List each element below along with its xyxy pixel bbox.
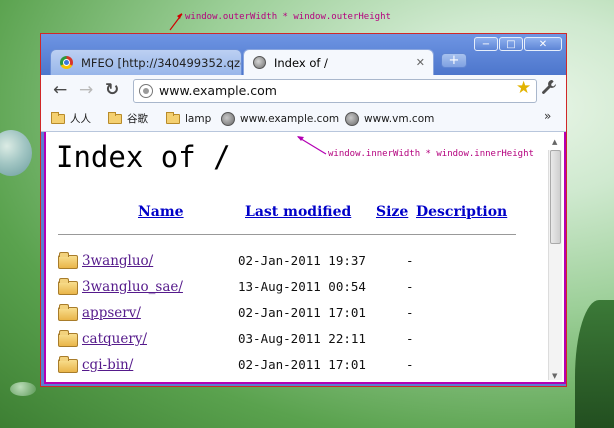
bookmark-label: 谷歌 (127, 113, 148, 125)
bookmark-folder-google[interactable]: 谷歌 (108, 111, 148, 127)
wrench-menu-icon[interactable] (541, 79, 557, 99)
bookmark-label: 人人 (70, 113, 91, 125)
title-bar[interactable]: − □ ✕ MFEO [http://340499352.qzo Index o… (41, 34, 566, 75)
close-tab-icon[interactable]: ✕ (416, 50, 425, 75)
folder-icon (58, 330, 78, 347)
folder-icon (58, 356, 78, 373)
header-divider (58, 234, 516, 235)
water-drop-decoration (10, 382, 36, 396)
chrome-icon (60, 56, 73, 69)
tab-label: MFEO [http://340499352.qzo (81, 56, 242, 70)
tab-index-of[interactable]: Index of / ✕ (243, 49, 434, 75)
bookmark-example[interactable]: www.example.com (221, 111, 339, 127)
directory-link[interactable]: catquery/ (82, 331, 147, 347)
bookmark-label: lamp (185, 113, 212, 125)
inner-size-annotation: window.innerWidth * window.innerHeight (328, 149, 534, 159)
directory-link[interactable]: 3wangluo_sae/ (82, 279, 183, 295)
bookmark-star-icon[interactable]: ★ (516, 78, 531, 98)
table-row: appserv/ 02-Jan-2011 17:01 - (58, 304, 518, 324)
size-value: - (406, 331, 414, 346)
reload-button[interactable]: ↻ (105, 81, 119, 99)
inner-annotation-arrow (297, 136, 327, 155)
modified-date: 02-Jan-2011 17:01 (238, 305, 366, 320)
folder-icon (166, 112, 180, 124)
directory-link[interactable]: appserv/ (82, 305, 141, 321)
globe-icon (345, 112, 359, 126)
scroll-up-arrow-icon[interactable]: ▲ (552, 138, 557, 146)
folder-icon (58, 278, 78, 295)
table-row: catquery/ 03-Aug-2011 22:11 - (58, 330, 518, 350)
address-text: www.example.com (159, 83, 277, 98)
water-drop-decoration (0, 130, 32, 176)
bookmark-folder-renren[interactable]: 人人 (51, 111, 91, 127)
size-value: - (406, 305, 414, 320)
modified-date: 03-Aug-2011 22:11 (238, 331, 366, 346)
plant-decoration (575, 300, 614, 428)
browser-window[interactable]: − □ ✕ MFEO [http://340499352.qzo Index o… (40, 33, 567, 387)
folder-icon (58, 304, 78, 321)
bookmarks-overflow-chevron[interactable]: » (544, 109, 551, 123)
tab-mfeo[interactable]: MFEO [http://340499352.qzo (50, 49, 242, 75)
outer-annotation-arrow (169, 13, 183, 31)
minimize-button[interactable]: − (474, 37, 498, 51)
page-info-icon[interactable] (139, 84, 153, 98)
bookmark-label: www.example.com (240, 113, 340, 125)
forward-button[interactable]: → (79, 81, 93, 99)
column-header-size[interactable]: Size (376, 204, 408, 220)
back-button[interactable]: ← (53, 81, 67, 99)
column-header-description[interactable]: Description (416, 204, 507, 220)
outer-size-annotation: window.outerWidth * window.outerHeight (185, 12, 391, 22)
table-row: 3wangluo_sae/ 13-Aug-2011 00:54 - (58, 278, 518, 298)
directory-link[interactable]: 3wangluo/ (82, 253, 153, 269)
globe-icon (221, 112, 235, 126)
column-header-name[interactable]: Name (138, 204, 184, 220)
table-row: 3wangluo/ 02-Jan-2011 19:37 - (58, 252, 518, 272)
globe-icon (253, 56, 266, 69)
scroll-down-arrow-icon[interactable]: ▼ (552, 372, 557, 380)
tab-label: Index of / (274, 56, 328, 70)
size-value: - (406, 279, 414, 294)
page-viewport[interactable]: Index of / Name Last modified Size Descr… (44, 132, 566, 384)
folder-icon (108, 112, 122, 124)
maximize-button[interactable]: □ (499, 37, 523, 51)
bookmark-label: www.vm.com (364, 113, 435, 125)
size-value: - (406, 253, 414, 268)
close-window-button[interactable]: ✕ (524, 37, 562, 51)
folder-icon (58, 252, 78, 269)
size-value: - (406, 357, 414, 372)
folder-icon (51, 112, 65, 124)
bookmark-vm[interactable]: www.vm.com (345, 111, 434, 127)
modified-date: 13-Aug-2011 00:54 (238, 279, 366, 294)
address-bar[interactable]: www.example.com (133, 79, 537, 103)
table-row: cgi-bin/ 02-Jan-2011 17:01 - (58, 356, 518, 376)
vertical-scrollbar[interactable]: ▲ ▼ (548, 138, 562, 380)
bookmark-folder-lamp[interactable]: lamp (166, 111, 211, 127)
modified-date: 02-Jan-2011 19:37 (238, 253, 366, 268)
modified-date: 02-Jan-2011 17:01 (238, 357, 366, 372)
directory-link[interactable]: cgi-bin/ (82, 357, 133, 373)
toolbar: ← → ↻ www.example.com (41, 75, 566, 107)
new-tab-button[interactable]: + (441, 53, 467, 68)
page-title: Index of / (56, 140, 231, 174)
scrollbar-thumb[interactable] (550, 150, 561, 244)
bookmarks-bar: 人人 谷歌 lamp www.example.com www.vm.com (41, 107, 566, 132)
column-header-last-modified[interactable]: Last modified (245, 204, 351, 220)
